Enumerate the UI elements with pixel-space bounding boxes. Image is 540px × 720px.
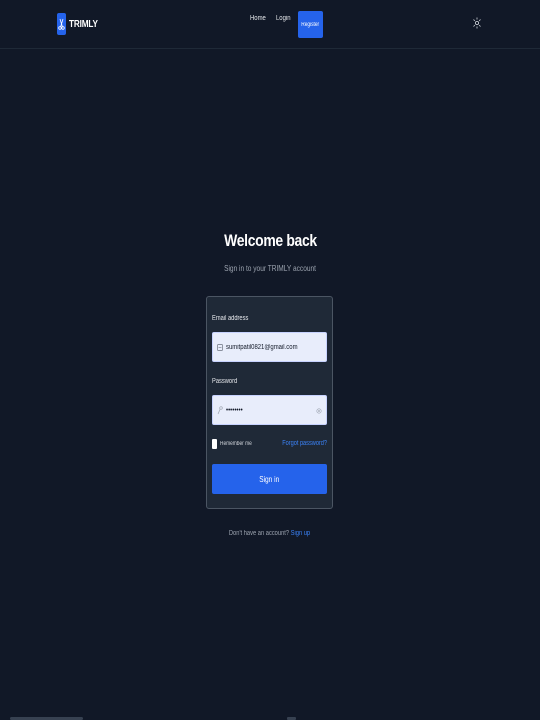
remember-me-row: Remember me <box>212 439 260 449</box>
mail-icon <box>216 343 223 352</box>
sign-in-button[interactable]: Sign in <box>212 464 327 494</box>
scissors-icon <box>57 13 66 35</box>
signup-prompt-text: Don't have an account? <box>229 530 290 537</box>
forgot-password-link[interactable]: Forgot password? <box>282 440 327 447</box>
nav-register-label: Register <box>301 21 320 28</box>
sign-in-label: Sign in <box>259 474 280 484</box>
brand-name: TRIMLY <box>69 18 98 30</box>
sun-icon[interactable] <box>471 16 483 30</box>
remember-me-label: Remember me <box>220 441 252 447</box>
email-label: Email address <box>212 315 249 322</box>
password-input[interactable] <box>226 406 305 414</box>
page-title-text: Welcome back <box>223 231 317 250</box>
nav-home-link[interactable]: Home <box>250 15 266 22</box>
nav-register-button[interactable]: Register <box>297 11 323 38</box>
page-title: Welcome back <box>0 231 540 251</box>
remember-me-checkbox[interactable] <box>212 439 217 449</box>
sign-up-link[interactable]: Sign up <box>291 530 310 537</box>
password-field[interactable] <box>212 395 327 425</box>
signup-prompt: Don't have an account? Sign up <box>0 530 540 537</box>
page-subtitle-text: Sign in to your TRIMLY account <box>224 264 316 273</box>
login-form-card: Email address Password <box>206 296 333 509</box>
key-icon <box>216 405 223 415</box>
top-navbar: TRIMLY Home Login Register <box>0 0 540 49</box>
page-subtitle: Sign in to your TRIMLY account <box>0 264 540 273</box>
password-label: Password <box>212 378 238 385</box>
login-page: TRIMLY Home Login Register Welcome back … <box>0 0 540 720</box>
email-field[interactable] <box>212 332 327 362</box>
brand-logo[interactable]: TRIMLY <box>57 13 104 35</box>
signup-prompt-inner: Don't have an account? Sign up <box>229 530 310 537</box>
main-nav: Home Login Register <box>250 11 323 38</box>
nav-login-link[interactable]: Login <box>276 15 291 22</box>
eye-icon[interactable] <box>315 406 322 415</box>
email-input[interactable] <box>226 343 305 351</box>
